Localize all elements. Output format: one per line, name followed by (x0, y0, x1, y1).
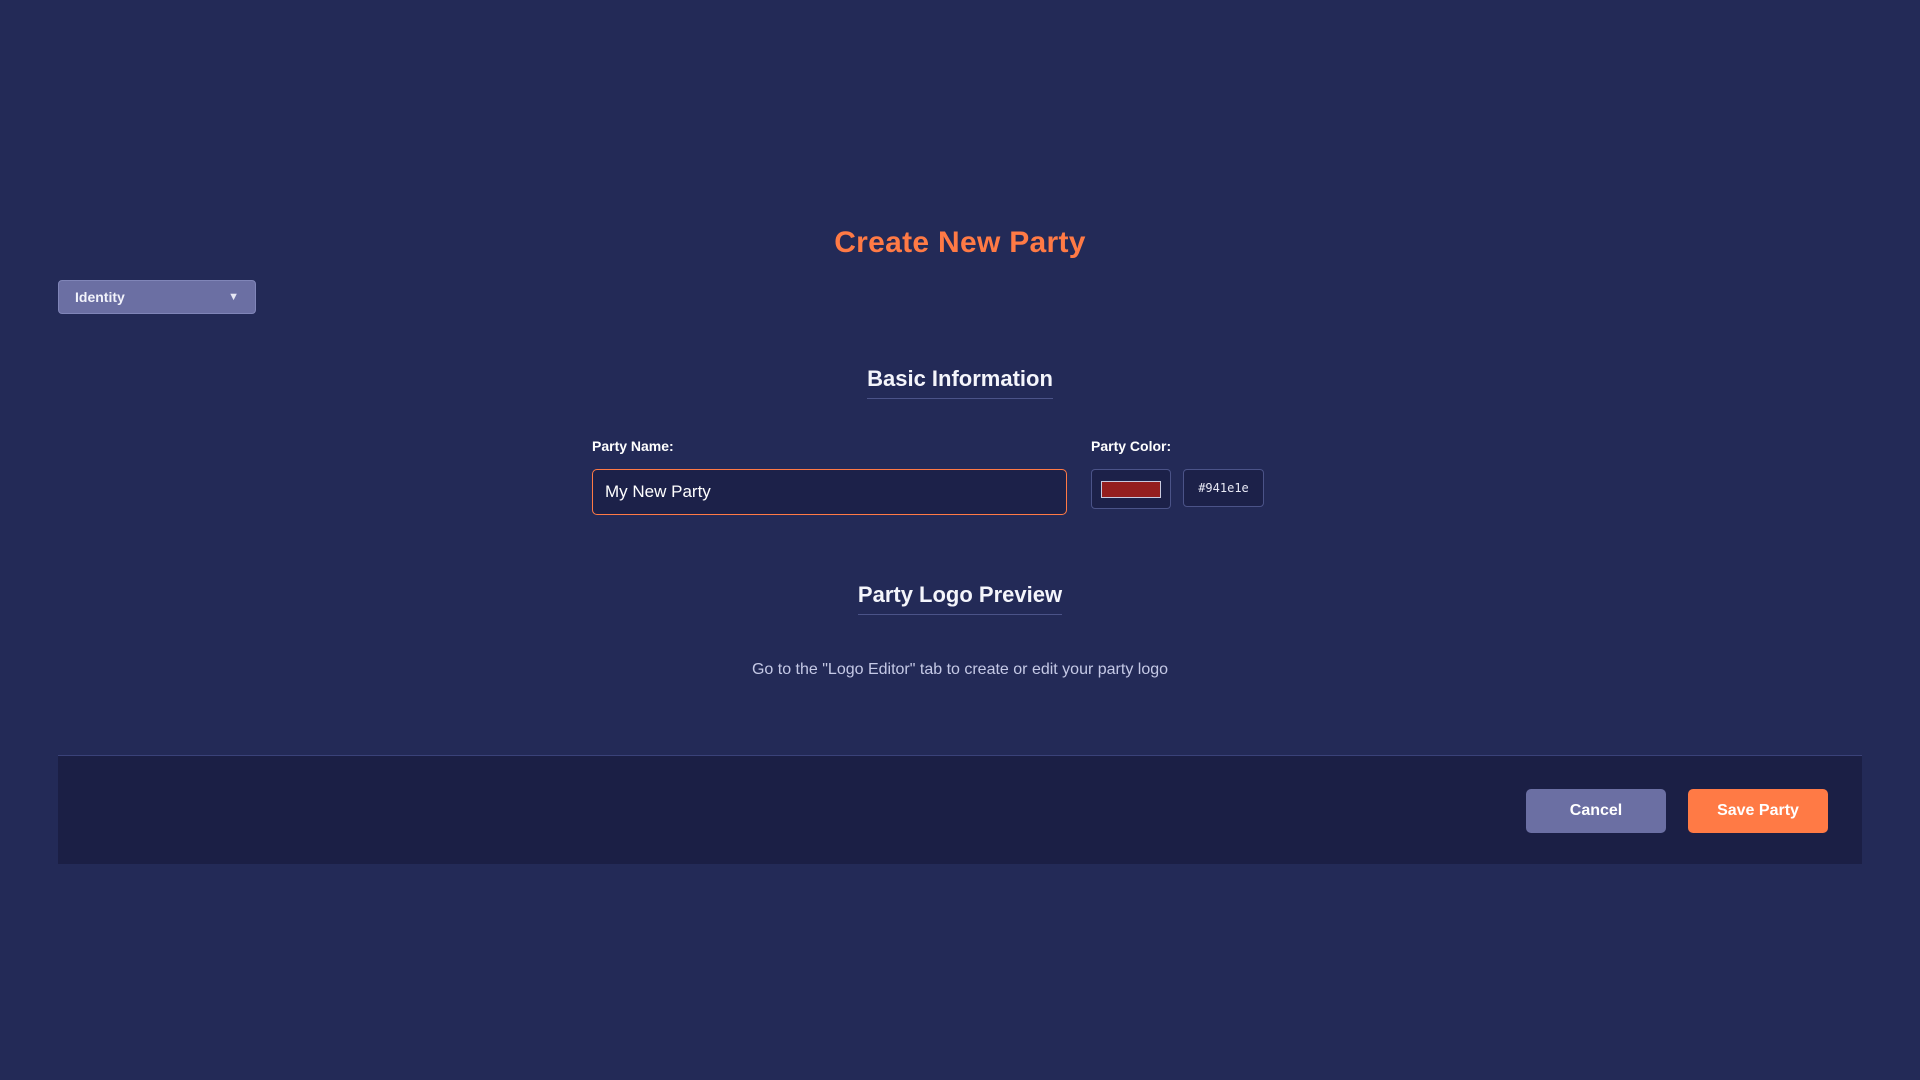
party-color-hex-input[interactable] (1183, 469, 1264, 507)
party-name-input[interactable] (592, 469, 1067, 515)
party-logo-preview-heading-text: Party Logo Preview (857, 582, 1063, 615)
section-tab-select[interactable]: Identity ▼ (58, 280, 256, 314)
logo-editor-hint: Go to the "Logo Editor" tab to create or… (751, 661, 1169, 678)
section-tab-select-value: Identity (75, 289, 125, 305)
cancel-button[interactable]: Cancel (1526, 789, 1666, 833)
party-color-label: Party Color: (1091, 438, 1172, 454)
save-party-button[interactable]: Save Party (1688, 789, 1828, 833)
party-logo-preview-heading: Party Logo Preview (0, 582, 1920, 615)
party-name-label: Party Name: (592, 438, 674, 454)
party-color-swatch (1101, 480, 1161, 498)
basic-information-heading-text: Basic Information (867, 366, 1053, 399)
basic-information-heading: Basic Information (0, 366, 1920, 399)
action-footer: Cancel Save Party (58, 755, 1862, 864)
create-party-page: Identity ▼ Create New Party Basic Inform… (0, 0, 1920, 1080)
party-color-picker[interactable] (1091, 469, 1171, 509)
chevron-down-icon: ▼ (228, 291, 239, 303)
page-title: Create New Party (834, 226, 1086, 259)
